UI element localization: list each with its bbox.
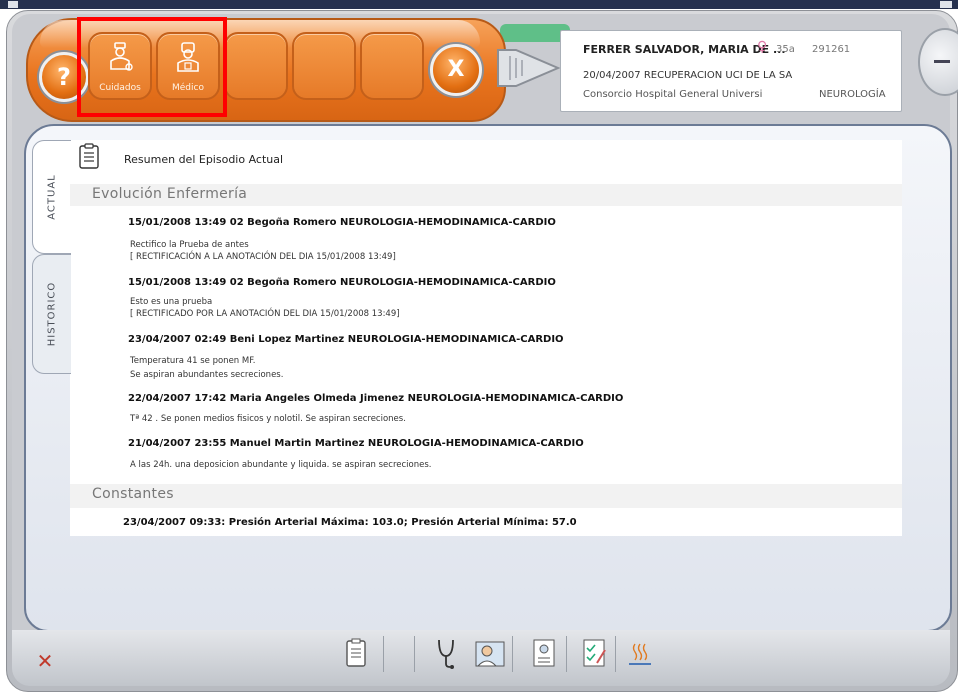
empty-toolbar-slot-1[interactable] <box>224 32 288 100</box>
constante-row: 23/04/2007 09:33: Presión Arterial Máxim… <box>123 517 577 528</box>
minus-icon <box>934 60 950 63</box>
window-top-strip <box>0 0 958 9</box>
toolbar-separator <box>566 636 567 672</box>
clipboard-icon[interactable] <box>340 636 372 670</box>
entry-header: 21/04/2007 23:55 Manuel Martin Martinez … <box>128 438 584 449</box>
entry-header: 15/01/2008 13:49 02 Begoña Romero NEUROL… <box>128 277 556 288</box>
department: NEUROLOGÍA <box>819 89 886 100</box>
empty-toolbar-slot-3[interactable] <box>360 32 424 100</box>
patient-record-number: 291261 <box>812 44 851 55</box>
doctor-photo-icon[interactable] <box>474 636 506 670</box>
section-constantes: Constantes <box>70 484 902 508</box>
section-evolucion-title: Evolución Enfermería <box>92 186 248 202</box>
entry-text: Se aspiran abundantes secreciones. <box>130 370 284 380</box>
empty-toolbar-slot-2[interactable] <box>292 32 356 100</box>
section-evolucion: Evolución Enfermería <box>70 184 902 206</box>
cancel-x-icon[interactable]: ✕ <box>30 646 60 676</box>
entry-text: Rectifico la Prueba de antes <box>130 240 249 250</box>
checklist-icon[interactable] <box>578 636 610 670</box>
entry-header: 22/04/2007 17:42 Maria Angeles Olmeda Ji… <box>128 393 624 404</box>
patient-name: FERRER SALVADOR, MARIA DE ... <box>583 43 786 56</box>
close-button[interactable]: X <box>430 44 482 96</box>
heat-icon[interactable] <box>624 636 656 670</box>
admission-info: 20/04/2007 RECUPERACION UCI DE LA SA <box>583 70 793 81</box>
section-constantes-title: Constantes <box>92 486 174 502</box>
entry-text: Esto es una prueba <box>130 297 213 307</box>
document-list-icon <box>79 143 99 169</box>
patient-card-icon[interactable] <box>528 636 560 670</box>
tab-actual-label: ACTUAL <box>46 174 58 220</box>
tab-historico-label: HISTORICO <box>46 281 58 347</box>
patient-header: FERRER SALVADOR, MARIA DE ... ♀ 35a 2912… <box>560 30 902 112</box>
highlight-box <box>77 17 227 117</box>
pointer-arrow-icon <box>497 49 561 87</box>
summary-title: Resumen del Episodio Actual <box>124 153 284 166</box>
entry-header: 23/04/2007 02:49 Beni Lopez Martinez NEU… <box>128 334 564 345</box>
window-menu-icon[interactable] <box>8 1 18 8</box>
entry-text: [ RECTIFICACIÓN A LA ANOTACIÓN DEL DIA 1… <box>130 252 396 262</box>
tab-historico[interactable]: HISTORICO <box>32 254 71 374</box>
toolbar-separator <box>414 636 415 672</box>
entry-header: 15/01/2008 13:49 02 Begoña Romero NEUROL… <box>128 217 556 228</box>
entry-text: Tª 42 . Se ponen medios fisicos y noloti… <box>130 414 406 424</box>
window-control-icon[interactable] <box>940 1 952 8</box>
female-icon: ♀ <box>757 39 768 55</box>
toolbar-separator <box>383 636 384 672</box>
entry-text: A las 24h. una deposicion abundante y li… <box>130 460 432 470</box>
entry-text: Temperatura 41 se ponen MF. <box>130 356 256 366</box>
hospital-name: Consorcio Hospital General Universi <box>583 89 763 100</box>
patient-age: 35a <box>776 44 795 55</box>
toolbar-separator <box>512 636 513 672</box>
entry-text: [ RECTIFICADO POR LA ANOTACIÓN DEL DIA 1… <box>130 309 400 319</box>
stethoscope-icon[interactable] <box>430 636 462 670</box>
tab-actual[interactable]: ACTUAL <box>32 140 71 254</box>
toolbar-separator <box>615 636 616 672</box>
